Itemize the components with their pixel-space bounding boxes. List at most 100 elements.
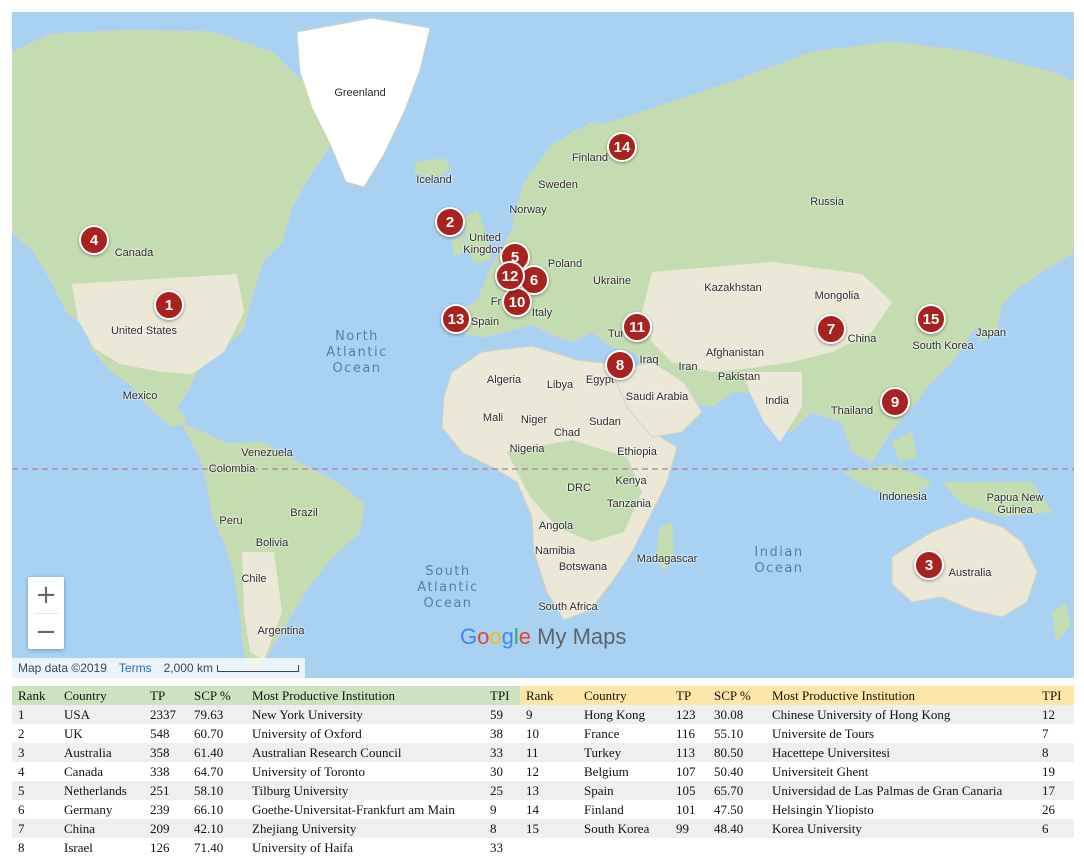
table-cell: 4 (12, 762, 58, 781)
rank-marker-15[interactable]: 15 (916, 304, 946, 334)
table-cell: 548 (144, 724, 188, 743)
table-cell: 60.70 (188, 724, 246, 743)
table-row: 3 Australia 358 61.40 Australian Research Co… (12, 743, 520, 762)
column-header: SCP % (708, 686, 766, 705)
country-label-tanzania: Tanzania (606, 498, 652, 510)
table-cell: Helsingin Yliopisto (766, 800, 1036, 819)
table-cell: 61.40 (188, 743, 246, 762)
country-label-peru: Peru (219, 515, 243, 527)
table-row: 10 France 116 55.10 Universite de Tours 7 (520, 724, 1074, 743)
table-row: 12 Belgium 107 50.40 Universiteit Ghent 19 (520, 762, 1074, 781)
country-label-chile: Chile (241, 573, 267, 585)
table-cell: Universiteit Ghent (766, 762, 1036, 781)
table-row: 9 Hong Kong 123 30.08 Chinese University of … (520, 705, 1074, 724)
country-label-argentina: Argentina (257, 625, 305, 637)
rank-marker-10[interactable]: 10 (502, 287, 532, 317)
country-label-bolivia: Bolivia (255, 537, 289, 549)
table-cell: 105 (670, 781, 708, 800)
landmass-usa-dry (72, 274, 244, 374)
table-row: 2 UK 548 60.70 University of Oxford 38 (12, 724, 520, 743)
table-row: 4 Canada 338 64.70 University of Toronto 30 (12, 762, 520, 781)
map-data-attribution: Map data ©2019 (18, 661, 107, 675)
country-label-colombia: Colombia (208, 463, 256, 475)
country-label-norway: Norway (509, 204, 547, 216)
country-label-south-africa: South Africa (538, 601, 598, 613)
table-cell: 71.40 (188, 838, 246, 857)
table-cell: Turkey (578, 743, 670, 762)
table-cell: 48.40 (708, 819, 766, 838)
table-cell: Universite de Tours (766, 724, 1036, 743)
rank-marker-1[interactable]: 1 (154, 290, 184, 320)
zoom-control: + − (28, 577, 64, 649)
table-cell: Chinese University of Hong Kong (766, 705, 1036, 724)
country-label-sweden: Sweden (538, 179, 578, 191)
table-cell: University of Haifa (246, 838, 484, 857)
country-label-afghanistan: Afghanistan (705, 347, 765, 359)
rank-marker-7[interactable]: 7 (816, 314, 846, 344)
country-label-indonesia: Indonesia (879, 491, 927, 503)
table-cell: 12 (520, 762, 578, 781)
country-label-ethiopia: Ethiopia (617, 446, 657, 458)
country-label-china: China (847, 333, 877, 345)
table-cell: 30.08 (708, 705, 766, 724)
table-cell: 358 (144, 743, 188, 762)
table-cell: 13 (520, 781, 578, 800)
rank-marker-12[interactable]: 12 (495, 261, 525, 291)
country-label-france: Fr (490, 296, 502, 308)
table-cell: 1 (12, 705, 58, 724)
country-label-iraq: Iraq (639, 354, 659, 366)
country-label-thailand: Thailand (830, 405, 874, 417)
map-attribution-bar: Map data ©2019 Terms 2,000 km (12, 658, 305, 678)
table-cell: 10 (520, 724, 578, 743)
rank-marker-8[interactable]: 8 (605, 350, 635, 380)
table-cell: 33 (484, 838, 520, 857)
table-cell: Goethe-Universitat-Frankfurt am Main (246, 800, 484, 819)
rank-marker-11[interactable]: 11 (622, 312, 652, 342)
country-label-chad: Chad (553, 427, 581, 439)
ranking-table-left: Rank Country TP SCP % Most Productive Instit… (12, 686, 520, 857)
table-cell: 50.40 (708, 762, 766, 781)
scale-bar (216, 665, 299, 672)
country-label-australia: Australia (948, 567, 992, 579)
rank-marker-2[interactable]: 2 (435, 207, 465, 237)
terms-link[interactable]: Terms (119, 661, 152, 675)
table-row: 14 Finland 101 47.50 Helsingin Yliopisto 26 (520, 800, 1074, 819)
table-cell: 47.50 (708, 800, 766, 819)
table-cell: 33 (484, 743, 520, 762)
country-label-angola: Angola (538, 520, 574, 532)
table-cell: 6 (12, 800, 58, 819)
table-cell: South Korea (578, 819, 670, 838)
table-header-row: Rank Country TP SCP % Most Productive Instit… (12, 686, 520, 705)
table-cell: Israel (58, 838, 144, 857)
country-label-finland: Finland (571, 152, 609, 164)
table-cell: Universidad de Las Palmas de Gran Canari… (766, 781, 1036, 800)
table-cell: 19 (1036, 762, 1074, 781)
table-cell: 17 (1036, 781, 1074, 800)
zoom-out-button[interactable]: − (28, 614, 64, 650)
table-cell: University of Toronto (246, 762, 484, 781)
ocean-label-south-atlantic: South Atlantic Ocean (417, 564, 479, 611)
table-row: 5 Netherlands 251 58.10 Tilburg University 25 (12, 781, 520, 800)
table-cell: Australian Research Council (246, 743, 484, 762)
country-label-italy: Italy (531, 307, 553, 319)
country-label-ukraine: Ukraine (593, 275, 631, 287)
table-cell: Canada (58, 762, 144, 781)
country-label-iran: Iran (678, 361, 698, 373)
column-header: TPI (1036, 686, 1074, 705)
landmass-new-zealand (1052, 602, 1070, 642)
column-header: SCP % (188, 686, 246, 705)
rank-marker-14[interactable]: 14 (607, 132, 637, 162)
rank-marker-3[interactable]: 3 (914, 550, 944, 580)
world-map[interactable]: Greenland Iceland Canada United States Mexic… (12, 12, 1074, 678)
table-cell: Netherlands (58, 781, 144, 800)
rank-marker-9[interactable]: 9 (880, 387, 910, 417)
country-label-south-korea: South Korea (912, 340, 974, 352)
table-cell: 3 (12, 743, 58, 762)
country-label-india: India (765, 395, 789, 407)
table-cell: 26 (1036, 800, 1074, 819)
zoom-in-button[interactable]: + (28, 577, 64, 613)
rank-marker-4[interactable]: 4 (79, 225, 109, 255)
rank-marker-13[interactable]: 13 (441, 304, 471, 334)
country-label-papua-new-guinea: Papua New Guinea (986, 492, 1044, 516)
country-label-mongolia: Mongolia (814, 290, 860, 302)
